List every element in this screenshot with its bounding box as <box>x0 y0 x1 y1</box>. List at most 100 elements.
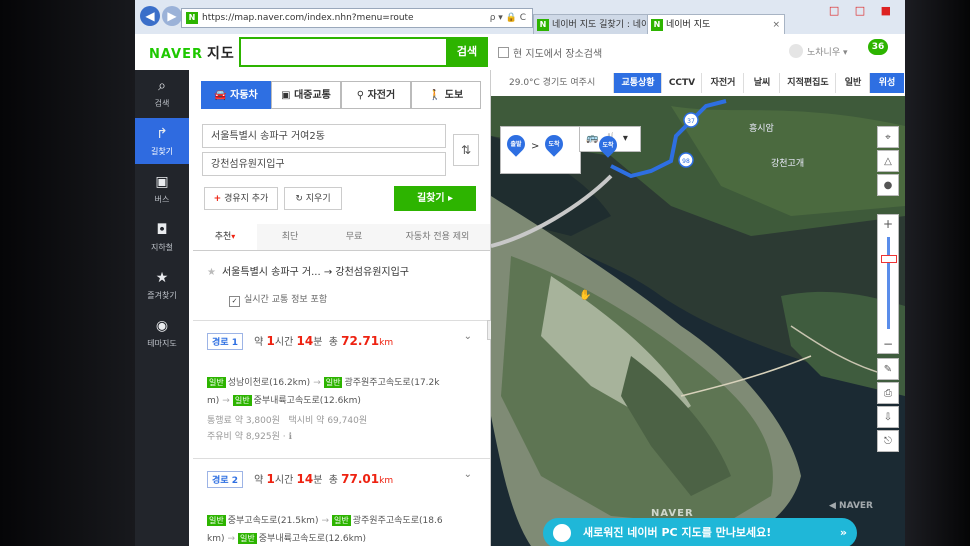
road-type-badge: 일반 <box>238 533 257 544</box>
find-route-button[interactable]: 길찾기 ▸ <box>394 186 476 211</box>
plus-icon: + <box>213 194 222 204</box>
layer-tab-cadastral[interactable]: 지적편집도 <box>779 73 836 93</box>
hours-unit: 시간 <box>274 337 294 348</box>
tab-free[interactable]: 무료 <box>323 224 386 250</box>
print-icon[interactable]: ⎙ <box>877 382 899 404</box>
measure-icon[interactable]: ✎ <box>877 358 899 380</box>
zoom-track[interactable] <box>887 237 890 329</box>
tab-shortest[interactable]: 최단 <box>257 224 324 250</box>
save-icon[interactable]: ⇩ <box>877 406 899 428</box>
place-label: 강천고개 <box>771 158 804 169</box>
swap-icon[interactable]: ⇅ <box>453 134 479 166</box>
bus-icon: ▣ <box>155 174 169 190</box>
expand-icon[interactable]: ⌄ <box>464 331 472 342</box>
zoom-out-button[interactable]: − <box>878 337 898 351</box>
address-controls[interactable]: ρ ▾ 🔒 C <box>490 9 526 27</box>
map-area-search-checkbox[interactable]: 현 지도에서 장소검색 <box>498 45 602 60</box>
layer-tab-weather[interactable]: 날씨 <box>743 73 780 93</box>
route-panel: 🚘 자동차 ▣ 대중교통 ⚲ 자전거 🚶 도보 서울특별시 송파구 거여2동 강… <box>189 70 491 546</box>
satellite-map[interactable]: 37 98 흥시암 강천고개 출발 > 도착 🚌🍴▾ 도착 ⌖ △ ● + <box>491 96 905 546</box>
back-button[interactable]: ◀ <box>140 6 160 26</box>
clear-button[interactable]: ↻ 지우기 <box>284 187 342 210</box>
route-roads-line-2: km) → 일반 중부내륙고속도로(12.6km) <box>207 531 366 544</box>
notification-badge[interactable]: 36 <box>868 39 888 55</box>
search-input[interactable] <box>239 37 450 67</box>
banner-close-icon[interactable]: » <box>840 518 847 546</box>
walk-icon: 🚶 <box>428 90 442 101</box>
end-pin-label: 도착 <box>548 141 560 148</box>
tab-bicycle[interactable]: ⚲ 자전거 <box>341 81 411 109</box>
new-map-banner[interactable]: 새로워진 네이버 PC 지도를 만나보세요! » <box>543 518 857 546</box>
tab-walk[interactable]: 🚶 도보 <box>411 81 481 109</box>
search-button[interactable]: 검색 <box>446 37 488 67</box>
locate-icon[interactable]: ⌖ <box>877 126 899 148</box>
map-area[interactable]: 29.0°C 경기도 여주시 교통상황 CCTV 자전거 날씨 지적편집도 일반… <box>491 70 905 546</box>
tab-no-expressway[interactable]: 자동차 전용 제외 <box>385 224 490 250</box>
forward-button[interactable]: ▶ <box>162 6 182 26</box>
road-segment: 광주원주고속도로(18.6 <box>352 516 443 526</box>
rail-item-favorites[interactable]: ★ 즐겨찾기 <box>135 262 189 308</box>
rail-item-theme[interactable]: ◉ 테마지도 <box>135 310 189 356</box>
logo-service: 지도 <box>207 46 235 62</box>
route-result-2[interactable]: 경로 2 약 1시간 14분 총 77.01km ⌄ 일반 중부고속도로(21.5… <box>193 458 490 546</box>
start-pin-label: 출발 <box>510 141 522 148</box>
origin-field[interactable]: 서울특별시 송파구 거여2동 <box>202 124 446 148</box>
mode-label: 자전거 <box>367 90 396 101</box>
tab-recommended[interactable]: 추천▾ <box>193 224 258 250</box>
route-header: 경로 1 약 1시간 14분 총 72.71km <box>207 333 393 350</box>
banner-text: 새로워진 네이버 PC 지도를 만나보세요! <box>583 526 772 539</box>
zoom-handle[interactable] <box>881 255 897 263</box>
zoom-control[interactable]: + − <box>877 214 899 354</box>
star-icon: ★ <box>155 270 169 286</box>
cost-line: 통행료 약 3,800원 택시비 약 69,740원 <box>207 413 367 426</box>
pin-arrow: > <box>531 141 540 152</box>
prefix: 약 <box>254 475 264 486</box>
window-controls[interactable]: □ □ ■ <box>829 4 897 17</box>
destination-field[interactable]: 강천섬유원지입구 <box>202 152 446 176</box>
tab-close-icon[interactable]: × <box>772 15 780 35</box>
rail-item-label: 길찾기 <box>150 147 174 156</box>
checkbox-icon <box>498 47 509 58</box>
tab-transit[interactable]: ▣ 대중교통 <box>271 81 341 109</box>
road-segment-cont: m) <box>207 396 220 406</box>
add-waypoint-button[interactable]: + 경유지 추가 <box>204 187 278 210</box>
browser-tab-map[interactable]: N 네이버 지도 × <box>647 14 785 35</box>
street-view-icon[interactable]: ● <box>877 174 899 196</box>
tab-car[interactable]: 🚘 자동차 <box>201 81 271 109</box>
route-roads-line-2: m) → 일반 중부내륙고속도로(12.6km) <box>207 393 361 406</box>
browser-chrome: ◀ ▶ Nhttps://map.naver.com/index.nhn?men… <box>135 0 905 35</box>
star-icon[interactable]: ★ <box>207 267 216 278</box>
mode-label: 도보 <box>444 90 464 101</box>
user-menu[interactable]: 노차니우 ▾ <box>789 44 848 58</box>
realtime-traffic-checkbox[interactable]: ✓ 실시간 교통 정보 포함 <box>229 292 327 307</box>
distance-unit: km <box>379 476 394 486</box>
route-result-1[interactable]: 경로 1 약 1시간 14분 총 72.71km ⌄ 일반 성남이천로(16.2k… <box>193 320 490 459</box>
road-segment: 중부고속도로(21.5km) <box>227 516 319 526</box>
terrain-icon[interactable]: △ <box>877 150 899 172</box>
hand-cursor-icon: ✋ <box>579 290 592 301</box>
route-name: 경로 2 <box>207 471 243 488</box>
pin-icon: ◉ <box>155 318 169 334</box>
add-waypoint-label: 경유지 추가 <box>224 194 269 204</box>
browser-tab-route[interactable]: N 네이버 지도 길찾기 : 네이버 <box>533 14 663 35</box>
expand-icon[interactable]: ⌄ <box>464 469 472 480</box>
layer-tab-bicycle[interactable]: 자전거 <box>701 73 744 93</box>
mode-label: 자동차 <box>230 90 258 101</box>
layer-tab-cctv[interactable]: CCTV <box>661 73 702 93</box>
destination-marker-icon[interactable]: 도착 <box>595 132 621 158</box>
road-type-badge: 일반 <box>207 377 226 388</box>
address-bar[interactable]: Nhttps://map.naver.com/index.nhn?menu=ro… <box>181 8 533 28</box>
share-icon[interactable]: ⎋ <box>877 430 899 452</box>
layer-tab-traffic[interactable]: 교통상황 <box>613 73 662 93</box>
chevron-down-icon: ▾ <box>231 232 236 241</box>
rail-item-subway[interactable]: ◘ 지하철 <box>135 214 189 260</box>
layer-tab-normal[interactable]: 일반 <box>835 73 870 93</box>
layer-tab-satellite[interactable]: 위성 <box>869 73 904 93</box>
rail-item-route[interactable]: ↱ 길찾기 <box>135 118 189 164</box>
minutes-unit: 분 <box>313 337 323 348</box>
rail-item-bus[interactable]: ▣ 버스 <box>135 166 189 212</box>
arrow-icon: → <box>313 378 321 388</box>
zoom-in-button[interactable]: + <box>878 217 898 231</box>
naver-logo[interactable]: NAVER 지도 <box>149 43 235 63</box>
rail-item-search[interactable]: ⌕ 검색 <box>135 70 189 116</box>
